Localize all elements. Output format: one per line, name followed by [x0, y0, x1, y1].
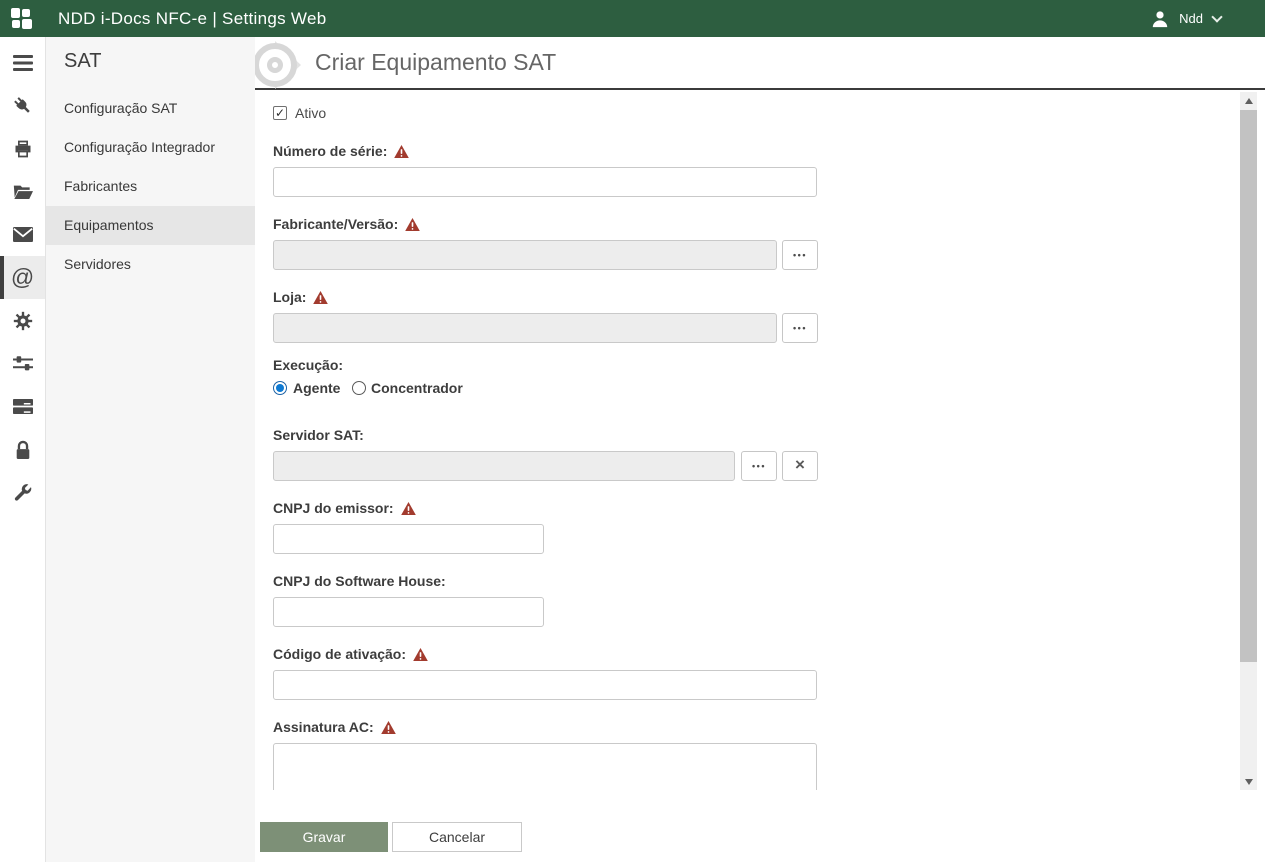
ativo-checkbox[interactable]: ✓	[273, 106, 287, 120]
page-header: Criar Equipamento SAT	[255, 37, 1265, 90]
app-logo-icon	[11, 8, 33, 29]
app-title: NDD i-Docs NFC-e | Settings Web	[58, 9, 326, 29]
scroll-up-button[interactable]	[1240, 92, 1257, 109]
lock-icon	[14, 440, 32, 460]
save-button[interactable]: Gravar	[260, 822, 388, 852]
numero-serie-label: Número de série:	[273, 143, 409, 159]
sidebar-item-configuracao-integrador[interactable]: Configuração Integrador	[46, 128, 255, 167]
page-title: Criar Equipamento SAT	[315, 49, 556, 76]
sat-sidebar: SAT Configuração SAT Configuração Integr…	[46, 37, 255, 862]
cnpj-software-house-input[interactable]	[273, 597, 544, 627]
warning-icon	[405, 218, 420, 231]
sidebar-item-configuracao-sat[interactable]: Configuração SAT	[46, 89, 255, 128]
rail-item-printers[interactable]	[0, 127, 45, 170]
rail-item-menu[interactable]	[0, 41, 45, 84]
execucao-radio-concentrador-label[interactable]: Concentrador	[371, 380, 463, 396]
rail-item-servers[interactable]	[0, 385, 45, 428]
main-content: Criar Equipamento SAT ✓ Ativo Número de …	[255, 37, 1265, 862]
execucao-radio-agente[interactable]	[273, 381, 287, 395]
user-icon	[1151, 10, 1169, 28]
rail-item-nfce[interactable]: @	[0, 256, 45, 299]
folder-open-icon	[13, 183, 33, 200]
cnpj-emissor-label: CNPJ do emissor:	[273, 500, 416, 516]
warning-icon	[401, 502, 416, 515]
menu-icon	[13, 55, 33, 71]
numero-serie-input[interactable]	[273, 167, 817, 197]
check-icon: ✓	[275, 107, 285, 119]
warning-icon	[413, 648, 428, 661]
execucao-radio-concentrador[interactable]	[352, 381, 366, 395]
sidebar-item-equipamentos[interactable]: Equipamentos	[46, 206, 255, 245]
form-scroll-area: ✓ Ativo Número de série: Fabricante/Vers…	[255, 92, 1265, 790]
top-bar: NDD i-Docs NFC-e | Settings Web Ndd	[0, 0, 1265, 37]
warning-icon	[381, 721, 396, 734]
rail-item-tools[interactable]	[0, 471, 45, 514]
icon-rail: @	[0, 37, 46, 862]
chevron-down-icon	[1211, 11, 1222, 22]
fabricante-picker-button[interactable]: •••	[782, 240, 818, 270]
fabricante-versao-label: Fabricante/Versão:	[273, 216, 420, 232]
codigo-ativacao-input[interactable]	[273, 670, 817, 700]
execucao-radio-agente-label[interactable]: Agente	[293, 380, 340, 396]
rail-item-settings[interactable]	[0, 299, 45, 342]
cnpj-emissor-input[interactable]	[273, 524, 544, 554]
printer-icon	[13, 139, 33, 159]
user-menu[interactable]: Ndd	[1151, 0, 1221, 37]
fabricante-versao-input	[273, 240, 777, 270]
wrench-icon	[13, 483, 32, 502]
servidor-sat-input	[273, 451, 735, 481]
gear-icon	[13, 311, 33, 331]
clear-icon: ×	[795, 455, 805, 475]
server-icon	[13, 398, 33, 415]
bullseye-chevron-icon	[255, 40, 313, 90]
execucao-label: Execução:	[273, 357, 343, 373]
rail-item-mail[interactable]	[0, 213, 45, 256]
loja-label: Loja:	[273, 289, 328, 305]
loja-picker-button[interactable]: •••	[782, 313, 818, 343]
at-icon: @	[11, 266, 34, 289]
vertical-scrollbar[interactable]	[1240, 92, 1257, 790]
cancel-button[interactable]: Cancelar	[392, 822, 522, 852]
rail-item-files[interactable]	[0, 170, 45, 213]
servidor-sat-clear-button[interactable]: ×	[782, 451, 818, 481]
servidor-sat-label: Servidor SAT:	[273, 427, 364, 443]
assinatura-ac-textarea[interactable]	[273, 743, 817, 790]
scroll-down-button[interactable]	[1240, 773, 1257, 790]
assinatura-ac-label: Assinatura AC:	[273, 719, 396, 735]
ellipsis-icon: •••	[752, 461, 766, 471]
cnpj-software-house-label: CNPJ do Software House:	[273, 573, 446, 589]
sidebar-item-servidores[interactable]: Servidores	[46, 245, 255, 284]
rail-item-security[interactable]	[0, 428, 45, 471]
rail-item-connections[interactable]	[0, 84, 45, 127]
user-name: Ndd	[1179, 11, 1203, 26]
warning-icon	[313, 291, 328, 304]
plug-icon	[8, 91, 36, 119]
sidebar-title: SAT	[46, 37, 255, 73]
scrollbar-thumb[interactable]	[1240, 110, 1257, 662]
codigo-ativacao-label: Código de ativação:	[273, 646, 428, 662]
sidebar-item-fabricantes[interactable]: Fabricantes	[46, 167, 255, 206]
ellipsis-icon: •••	[793, 323, 807, 333]
mail-icon	[13, 227, 33, 242]
loja-input	[273, 313, 777, 343]
sliders-icon	[13, 355, 33, 372]
ellipsis-icon: •••	[793, 250, 807, 260]
ativo-label: Ativo	[295, 105, 326, 121]
rail-item-parameters[interactable]	[0, 342, 45, 385]
servidor-sat-picker-button[interactable]: •••	[741, 451, 777, 481]
warning-icon	[394, 145, 409, 158]
